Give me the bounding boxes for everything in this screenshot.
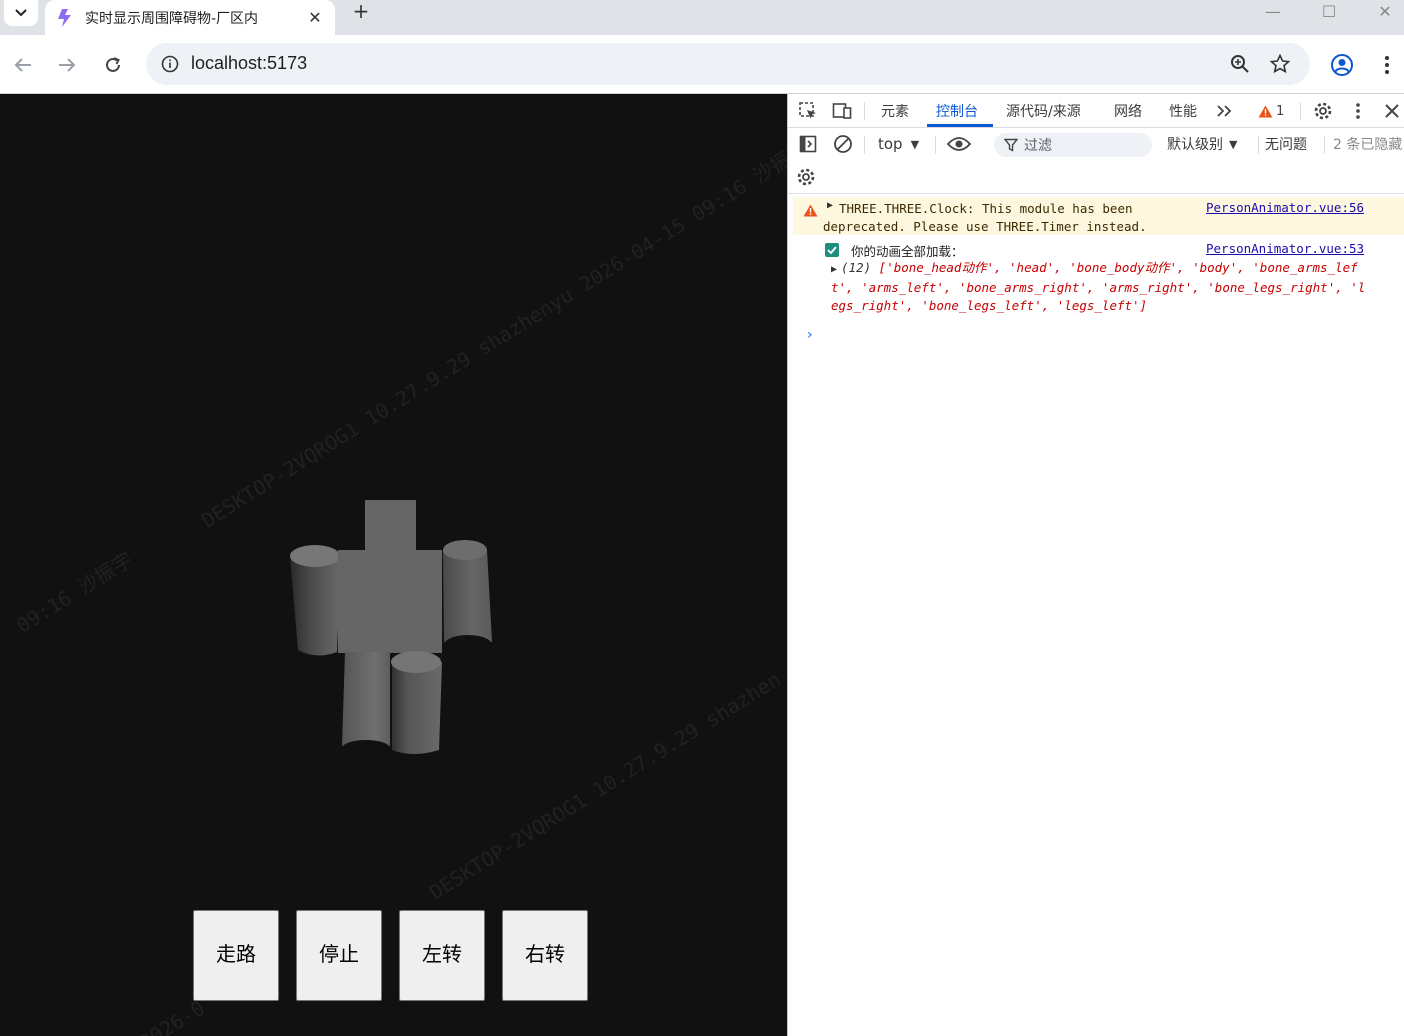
array-values: ['bone_head动作', 'head', 'bone_body动作', '… bbox=[831, 260, 1366, 313]
log-text: 你的动画全部加载： bbox=[851, 244, 964, 259]
turn-left-button[interactable]: 左转 bbox=[399, 910, 485, 1001]
robot-left-leg bbox=[342, 652, 390, 751]
walk-button[interactable]: 走路 bbox=[193, 910, 279, 1001]
page-viewport: DESKTOP-2VQROG1 10.27.9.29 shazhenyu 202… bbox=[0, 94, 787, 1036]
tab-network[interactable]: 网络 bbox=[1114, 94, 1142, 128]
console-log-message: 你的动画全部加载： PersonAnimator.vue:53 ▶ (12) ['… bbox=[793, 239, 1404, 319]
new-tab-button[interactable]: + bbox=[346, 0, 376, 23]
url-text[interactable]: localhost:5173 bbox=[191, 53, 307, 74]
filter-placeholder: 过滤 bbox=[1024, 138, 1052, 154]
more-tabs-icon[interactable] bbox=[1213, 99, 1237, 123]
filter-funnel-icon bbox=[1004, 138, 1018, 152]
active-tab[interactable]: 实时显示周围障碍物-厂区内 ✕ bbox=[45, 0, 335, 35]
site-info-icon[interactable] bbox=[154, 48, 186, 80]
live-expression-eye-icon[interactable] bbox=[947, 132, 971, 156]
animation-controls: 走路 停止 左转 右转 bbox=[193, 910, 588, 1001]
robot-body bbox=[338, 550, 442, 653]
reload-button[interactable] bbox=[97, 49, 129, 81]
expand-triangle-icon: ▶ bbox=[831, 264, 838, 275]
profile-avatar-icon[interactable] bbox=[1326, 49, 1358, 81]
warning-count: 1 bbox=[1276, 103, 1285, 119]
separator bbox=[1258, 136, 1259, 154]
close-tab-icon[interactable]: ✕ bbox=[305, 8, 325, 28]
array-count: (12) bbox=[841, 260, 872, 275]
separator bbox=[1324, 136, 1325, 154]
tab-search-button[interactable] bbox=[4, 0, 38, 26]
devtools-panel: 元素 控制台 源代码/来源 网络 性能 1 top ▼ 过滤 默认级别 ▼ 无问… bbox=[787, 94, 1404, 1036]
browser-toolbar: localhost:5173 bbox=[0, 35, 1404, 94]
three-scene-canvas[interactable] bbox=[0, 94, 787, 1036]
address-bar[interactable]: localhost:5173 bbox=[146, 43, 1310, 85]
console-prompt-icon[interactable]: › bbox=[807, 327, 813, 343]
tab-console[interactable]: 控制台 bbox=[936, 94, 978, 128]
console-settings-row bbox=[788, 160, 1404, 194]
warning-triangle-icon bbox=[803, 204, 818, 217]
devtools-tab-bar: 元素 控制台 源代码/来源 网络 性能 1 bbox=[788, 94, 1404, 128]
hidden-messages-count: 2 条已隐藏 bbox=[1333, 137, 1403, 153]
reload-icon bbox=[106, 57, 120, 72]
level-value: 默认级别 bbox=[1167, 137, 1223, 153]
bookmark-star-icon[interactable] bbox=[1264, 48, 1296, 80]
stop-button[interactable]: 停止 bbox=[296, 910, 382, 1001]
close-window-button[interactable]: ✕ bbox=[1357, 0, 1404, 22]
browser-menu-icon[interactable] bbox=[1371, 49, 1403, 81]
zoom-icon[interactable] bbox=[1224, 48, 1256, 80]
arrow-left-icon bbox=[14, 58, 31, 72]
dropdown-arrow-icon: ▼ bbox=[1229, 137, 1238, 151]
maximize-button[interactable]: ☐ bbox=[1301, 0, 1357, 22]
robot-figure bbox=[290, 500, 492, 756]
tab-title: 实时显示周围障碍物-厂区内 bbox=[85, 10, 259, 27]
tab-elements[interactable]: 元素 bbox=[881, 94, 909, 128]
robot-right-leg bbox=[392, 662, 442, 754]
console-warning-message[interactable]: ▶ THREE.THREE.Clock: This module has bee… bbox=[793, 197, 1404, 235]
tab-sources[interactable]: 源代码/来源 bbox=[1006, 94, 1081, 128]
devtools-settings-icon[interactable] bbox=[1311, 99, 1335, 123]
context-selector[interactable]: top ▼ bbox=[878, 128, 919, 160]
device-toolbar-icon[interactable] bbox=[830, 99, 854, 123]
separator bbox=[1300, 102, 1301, 120]
robot-head bbox=[365, 500, 416, 552]
log-level-selector[interactable]: 默认级别 ▼ bbox=[1167, 128, 1237, 160]
console-filter-input[interactable]: 过滤 bbox=[994, 133, 1152, 157]
devtools-menu-icon[interactable] bbox=[1346, 99, 1370, 123]
inspect-element-icon[interactable] bbox=[796, 99, 820, 123]
console-settings-icon[interactable] bbox=[794, 165, 818, 189]
clear-console-icon[interactable] bbox=[831, 132, 855, 156]
context-value: top bbox=[878, 135, 903, 153]
active-tab-indicator bbox=[927, 124, 993, 127]
warning-source-link[interactable]: PersonAnimator.vue:56 bbox=[1206, 200, 1364, 215]
close-devtools-icon[interactable] bbox=[1380, 99, 1404, 123]
log-source-link[interactable]: PersonAnimator.vue:53 bbox=[1206, 241, 1364, 256]
checkbox-icon bbox=[825, 243, 839, 257]
turn-right-button[interactable]: 右转 bbox=[502, 910, 588, 1001]
warning-text: THREE.THREE.Clock: This module has been … bbox=[823, 201, 1147, 234]
separator bbox=[935, 136, 936, 154]
chevron-down-icon bbox=[15, 9, 27, 17]
warning-triangle-icon bbox=[1258, 105, 1273, 117]
vite-favicon-icon bbox=[58, 8, 71, 27]
issues-counter[interactable]: 无问题 bbox=[1265, 128, 1307, 160]
minimize-button[interactable]: — bbox=[1245, 0, 1301, 22]
dropdown-arrow-icon: ▼ bbox=[910, 137, 920, 151]
robot-left-arm bbox=[290, 552, 341, 656]
separator bbox=[864, 102, 865, 120]
robot-right-arm bbox=[443, 550, 492, 648]
tab-performance[interactable]: 性能 bbox=[1169, 94, 1197, 128]
arrow-right-icon bbox=[59, 58, 76, 72]
console-toolbar: top ▼ 过滤 默认级别 ▼ 无问题 2 条已隐藏 bbox=[788, 128, 1404, 160]
browser-window: 实时显示周围障碍物-厂区内 ✕ + — ☐ ✕ localhost:5173 D… bbox=[0, 0, 1404, 1036]
tab-strip: 实时显示周围障碍物-厂区内 ✕ + — ☐ ✕ bbox=[0, 0, 1404, 35]
back-button[interactable] bbox=[7, 49, 39, 81]
log-array-preview[interactable]: ▶ (12) ['bone_head动作', 'head', 'bone_body… bbox=[831, 259, 1371, 315]
separator bbox=[864, 136, 865, 154]
forward-button[interactable] bbox=[51, 49, 83, 81]
warning-counter[interactable]: 1 bbox=[1258, 94, 1284, 128]
sidebar-toggle-icon[interactable] bbox=[796, 132, 820, 156]
